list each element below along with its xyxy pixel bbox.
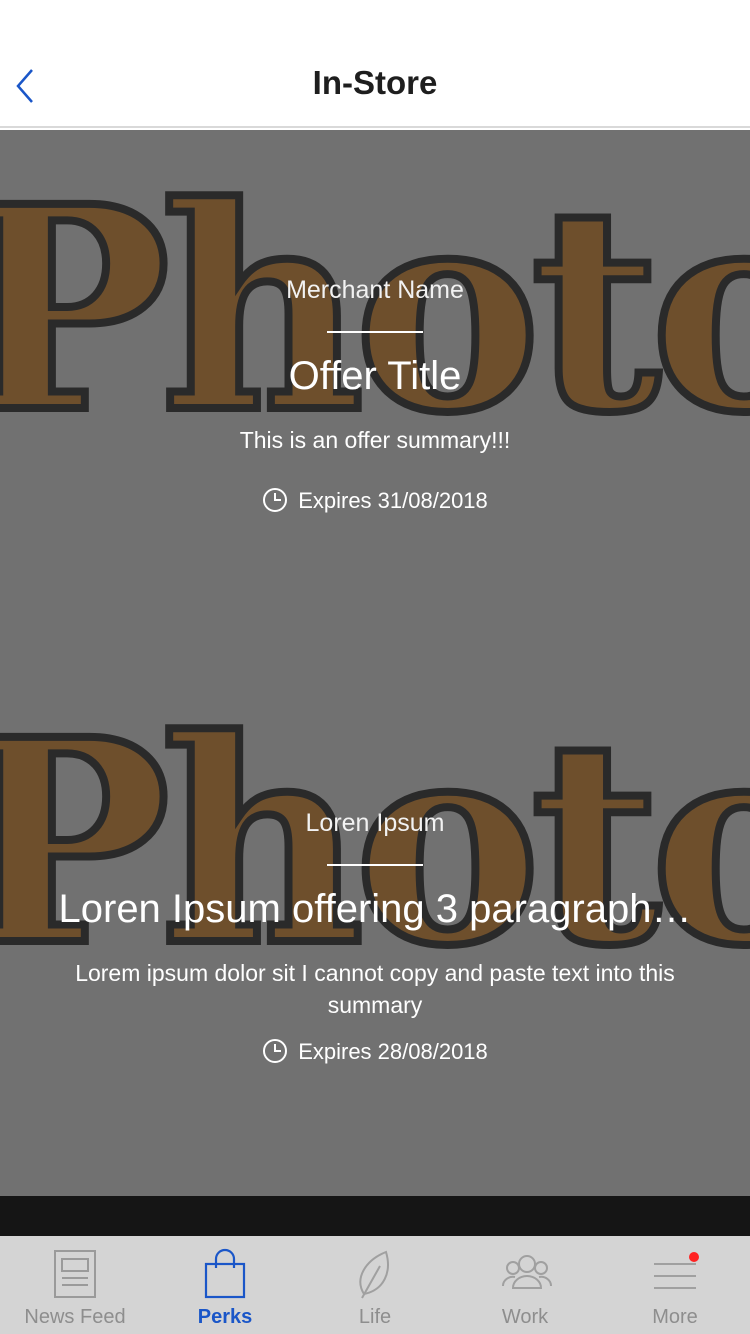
tab-perks[interactable]: Perks [150, 1236, 300, 1334]
tab-life[interactable]: Life [300, 1236, 450, 1334]
merchant-name: Loren Ipsum [305, 809, 445, 837]
clock-icon [263, 488, 288, 513]
tab-work[interactable]: Work [450, 1236, 600, 1334]
tab-label: News Feed [24, 1306, 126, 1328]
clock-icon [263, 1039, 288, 1064]
page-title: In-Store [312, 64, 438, 101]
tab-news-feed[interactable]: News Feed [0, 1236, 150, 1334]
tab-label: Life [358, 1306, 392, 1328]
people-icon [502, 1255, 552, 1289]
tab-label: Work [501, 1306, 549, 1328]
tab-label: Perks [197, 1306, 253, 1328]
offer-list: Photo Merchant Name Offer Title This is … [0, 130, 750, 1196]
offer-summary: This is an offer summary!!! [239, 427, 511, 453]
leaf-icon [359, 1250, 389, 1299]
merchant-name: Merchant Name [286, 276, 464, 304]
nav-header: In-Store [0, 0, 750, 128]
notification-dot [689, 1252, 699, 1262]
offer-title: Loren Ipsum offering 3 paragraph… [58, 887, 692, 931]
offer-card[interactable]: Photo Loren Ipsum Loren Ipsum offering 3… [0, 663, 750, 1196]
bag-icon [204, 1248, 246, 1299]
offer-card[interactable]: Photo Merchant Name Offer Title This is … [0, 130, 750, 663]
svg-text:Photo: Photo [0, 711, 750, 971]
divider [327, 331, 423, 333]
news-icon [54, 1250, 96, 1298]
expiry-row: Expires 28/08/2018 [0, 1039, 750, 1065]
offer-image: Photo [0, 178, 750, 438]
tab-more[interactable]: More [600, 1236, 750, 1334]
offer-title: Offer Title [288, 354, 462, 398]
content-footer-strip [0, 1196, 750, 1236]
expiry-row: Expires 31/08/2018 [0, 488, 750, 514]
expiry-date: Expires 28/08/2018 [298, 1039, 488, 1064]
offer-summary: Lorem ipsum dolor sit I cannot copy and … [75, 960, 675, 1018]
tab-bar: News Feed Perks Life Work More [0, 1236, 750, 1334]
tab-label: More [652, 1306, 698, 1328]
divider [327, 864, 423, 866]
svg-text:Photo: Photo [0, 178, 750, 438]
expiry-date: Expires 31/08/2018 [298, 488, 488, 513]
offer-image: Photo [0, 711, 750, 971]
